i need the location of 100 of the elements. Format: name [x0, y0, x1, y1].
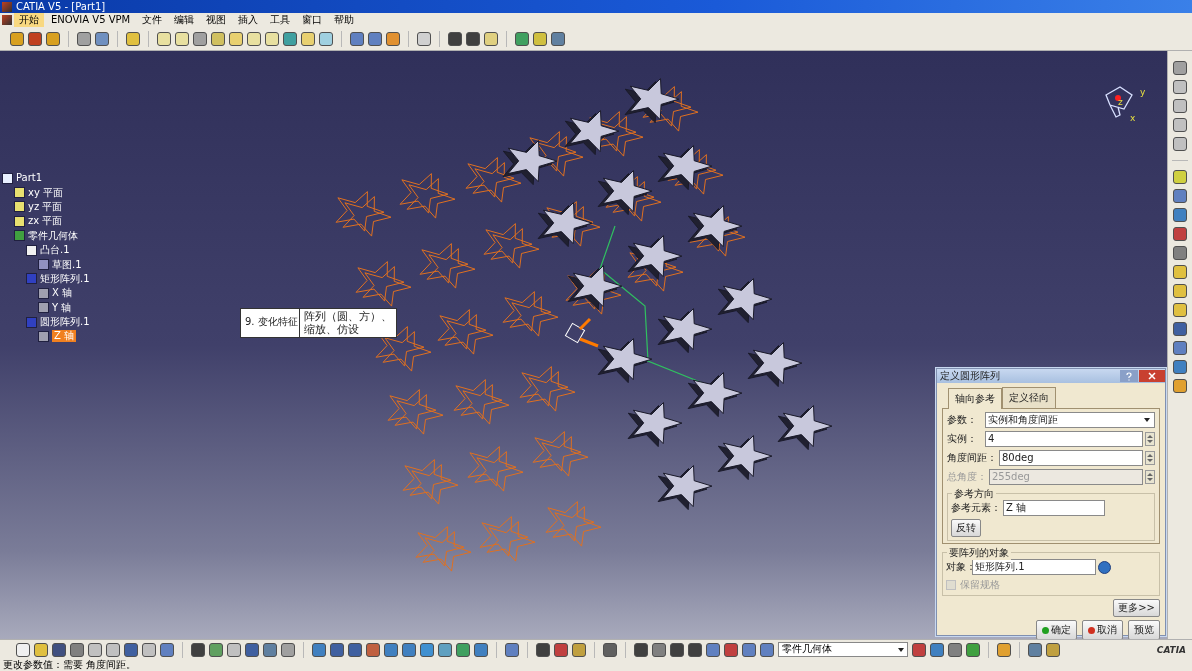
input-field[interactable]: 矩形阵列.1 — [972, 559, 1096, 575]
menu-item[interactable]: 编辑 — [169, 13, 200, 27]
spinner-icon[interactable] — [1145, 451, 1155, 465]
tree-item[interactable]: xy 平面 — [28, 186, 63, 199]
tree-item[interactable]: 圆形阵列.1 — [40, 316, 90, 329]
toolbar-icon[interactable] — [1173, 99, 1187, 113]
toolbar-icon[interactable] — [106, 642, 120, 657]
toolbar-icon[interactable] — [1173, 303, 1187, 317]
toolbar-icon[interactable] — [227, 642, 241, 657]
menu-item[interactable]: 窗口 — [297, 13, 328, 27]
toolbar-icon[interactable] — [1046, 642, 1060, 657]
toolbar-icon[interactable] — [466, 31, 480, 46]
toolbar-icon[interactable] — [1173, 341, 1187, 355]
toolbar-icon[interactable] — [536, 642, 550, 657]
toolbar-icon[interactable] — [1173, 80, 1187, 94]
toolbar-icon[interactable] — [265, 31, 279, 46]
toolbar-icon[interactable] — [402, 642, 416, 657]
toolbar-icon[interactable] — [948, 642, 962, 657]
toolbar-icon[interactable] — [301, 31, 315, 46]
input-field[interactable]: 80deg — [999, 450, 1143, 466]
toolbar-icon[interactable] — [95, 31, 109, 46]
tree-item[interactable]: Y 轴 — [52, 301, 72, 314]
toolbar-icon[interactable] — [533, 31, 547, 46]
toolbar-icon[interactable] — [77, 31, 91, 46]
toolbar-icon[interactable] — [124, 642, 138, 657]
toolbar-icon[interactable] — [88, 642, 102, 657]
toolbar-icon[interactable] — [417, 31, 431, 46]
input-field[interactable]: 4 — [985, 431, 1143, 447]
input-field[interactable]: Z 轴 — [1003, 500, 1105, 516]
more-button[interactable]: 更多>> — [1113, 599, 1160, 617]
toolbar-icon[interactable] — [1028, 642, 1042, 657]
toolbar-icon[interactable] — [16, 642, 30, 657]
cancel-button[interactable]: 取消 — [1082, 620, 1123, 639]
toolbar-icon[interactable] — [688, 642, 702, 657]
toolbar-icon[interactable] — [742, 642, 756, 657]
toolbar-icon[interactable] — [456, 642, 470, 657]
toolbar-icon[interactable] — [634, 642, 648, 657]
toolbar-icon[interactable] — [247, 31, 261, 46]
toolbar-icon[interactable] — [1173, 61, 1187, 75]
toolbar-icon[interactable] — [126, 31, 140, 46]
toolbar-icon[interactable] — [652, 642, 666, 657]
menu-item[interactable]: 视图 — [201, 13, 232, 27]
ok-button[interactable]: 确定 — [1036, 620, 1077, 639]
toolbar-icon[interactable] — [670, 642, 684, 657]
toolbar-icon[interactable] — [448, 31, 462, 46]
toolbar-icon[interactable] — [912, 642, 926, 657]
toolbar-icon[interactable] — [142, 642, 156, 657]
toolbar-icon[interactable] — [1173, 208, 1187, 222]
toolbar-icon[interactable] — [157, 31, 171, 46]
toolbar-icon[interactable] — [245, 642, 259, 657]
tree-item[interactable]: X 轴 — [52, 287, 73, 300]
toolbar-icon[interactable] — [505, 642, 519, 657]
toolbar-icon[interactable] — [1173, 118, 1187, 132]
toolbar-icon[interactable] — [348, 642, 362, 657]
toolbar-icon[interactable] — [319, 31, 333, 46]
body-dropdown[interactable]: 零件几何体 — [778, 642, 908, 657]
toolbar-icon[interactable] — [281, 642, 295, 657]
tree-item[interactable]: Part1 — [16, 172, 43, 185]
toolbar-icon[interactable] — [966, 642, 980, 657]
spinner-icon[interactable] — [1145, 470, 1155, 484]
toolbar-icon[interactable] — [1173, 284, 1187, 298]
toolbar-icon[interactable] — [175, 31, 189, 46]
toolbar-icon[interactable] — [28, 31, 42, 46]
toolbar-icon[interactable] — [474, 642, 488, 657]
tab[interactable]: 定义径向 — [1002, 387, 1056, 408]
menu-item[interactable]: 帮助 — [329, 13, 360, 27]
toolbar-icon[interactable] — [263, 642, 277, 657]
toolbar-icon[interactable] — [572, 642, 586, 657]
toolbar-icon[interactable] — [484, 31, 498, 46]
toolbar-icon[interactable] — [209, 642, 223, 657]
menu-item[interactable]: 工具 — [265, 13, 296, 27]
toolbar-icon[interactable] — [551, 31, 565, 46]
reverse-button[interactable]: 反转 — [951, 519, 981, 537]
toolbar-icon[interactable] — [1173, 246, 1187, 260]
toolbar-icon[interactable] — [229, 31, 243, 46]
toolbar-icon[interactable] — [34, 642, 48, 657]
gear-icon[interactable] — [1098, 560, 1111, 574]
close-icon[interactable] — [1139, 370, 1165, 382]
toolbar-icon[interactable] — [420, 642, 434, 657]
toolbar-icon[interactable] — [1173, 265, 1187, 279]
toolbar-icon[interactable] — [760, 642, 774, 657]
toolbar-icon[interactable] — [193, 31, 207, 46]
tree-item[interactable]: 草图.1 — [52, 258, 82, 271]
toolbar-icon[interactable] — [330, 642, 344, 657]
toolbar-icon[interactable] — [386, 31, 400, 46]
toolbar-icon[interactable] — [706, 642, 720, 657]
toolbar-icon[interactable] — [10, 31, 24, 46]
toolbar-icon[interactable] — [515, 31, 529, 46]
toolbar-icon[interactable] — [1173, 360, 1187, 374]
toolbar-icon[interactable] — [283, 31, 297, 46]
toolbar-icon[interactable] — [1173, 379, 1187, 393]
toolbar-icon[interactable] — [997, 642, 1011, 657]
toolbar-icon[interactable] — [930, 642, 944, 657]
tree-item[interactable]: 凸台.1 — [40, 244, 70, 257]
toolbar-icon[interactable] — [1173, 189, 1187, 203]
toolbar-icon[interactable] — [368, 31, 382, 46]
tree-item[interactable]: 矩形阵列.1 — [40, 272, 90, 285]
toolbar-icon[interactable] — [312, 642, 326, 657]
menu-item[interactable]: 插入 — [233, 13, 264, 27]
toolbar-icon[interactable] — [603, 642, 617, 657]
